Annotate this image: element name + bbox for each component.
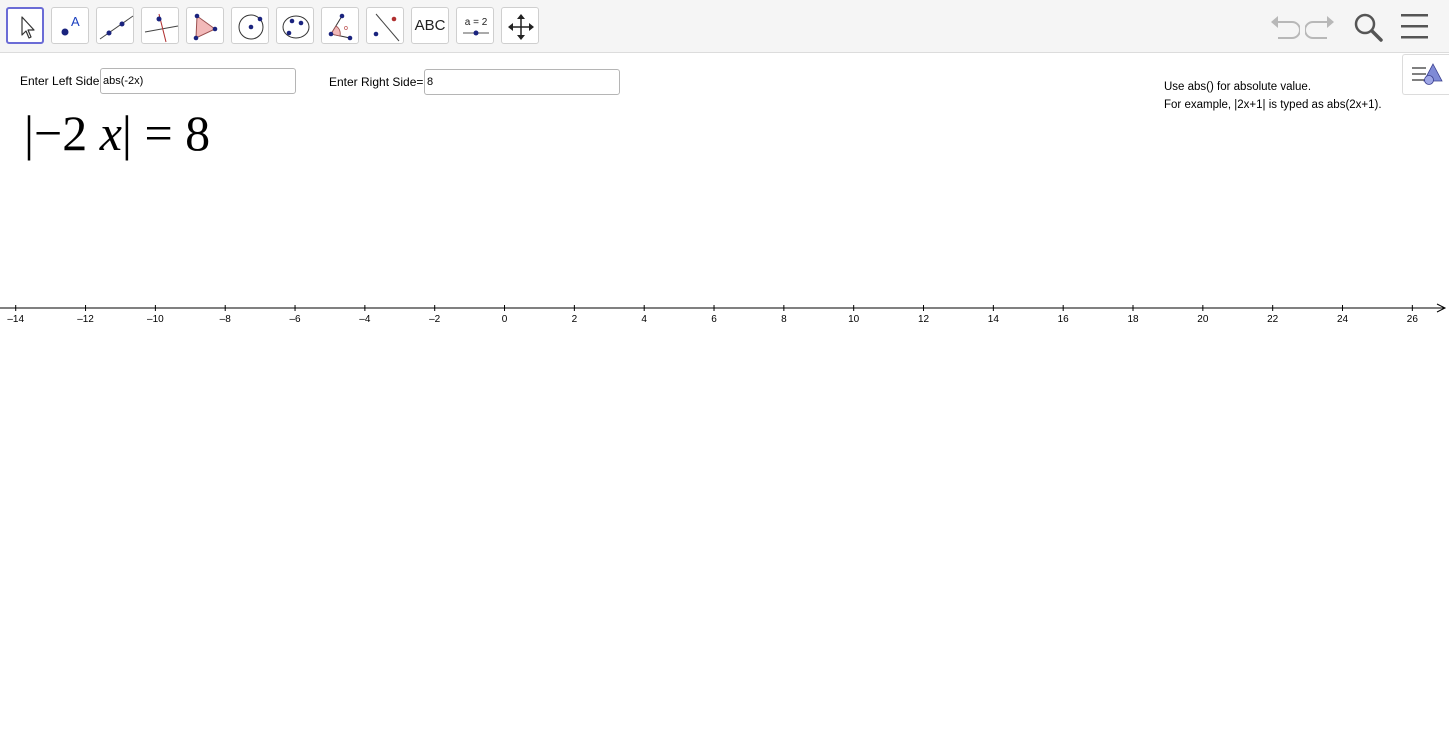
conic-tool-button[interactable] bbox=[276, 7, 314, 44]
axis-tick-label: –4 bbox=[359, 314, 371, 325]
left-side-label: Enter Left Side bbox=[20, 74, 100, 88]
text-tool-button[interactable]: ABC bbox=[411, 7, 449, 44]
point-icon: A bbox=[61, 14, 80, 36]
reflect-tool-button[interactable] bbox=[366, 7, 404, 44]
axis-tick-label: 16 bbox=[1058, 314, 1070, 325]
right-hand-side: 8 bbox=[185, 105, 211, 161]
line-tool-button[interactable] bbox=[96, 7, 134, 44]
minus-sign: − bbox=[34, 105, 63, 161]
angle-tool-button[interactable]: o bbox=[321, 7, 359, 44]
slider-tool-button[interactable]: a = 2 bbox=[456, 7, 494, 44]
text-icon: ABC bbox=[414, 17, 446, 34]
right-side-input[interactable] bbox=[424, 69, 620, 95]
axis-tick-label: –2 bbox=[429, 314, 441, 325]
axis-tick-label: 12 bbox=[918, 314, 930, 325]
undo-icon[interactable] bbox=[1268, 12, 1300, 40]
angle-icon: o bbox=[328, 13, 353, 41]
perpendicular-tool-button[interactable] bbox=[141, 7, 179, 44]
axis-tick-label: 8 bbox=[781, 314, 787, 325]
number-line[interactable]: –14 –12 –10 –8 –6 –4 –2 0 2 4 6 8 10 12 14 16 18 20 22 24 26 bbox=[0, 296, 1449, 336]
cursor-arrow-icon bbox=[21, 16, 35, 39]
search-icon[interactable] bbox=[1352, 11, 1384, 43]
equals-sign: = bbox=[144, 105, 173, 161]
axis-tick-label: 24 bbox=[1337, 314, 1349, 325]
axis-tick-label: 26 bbox=[1407, 314, 1419, 325]
svg-text:A: A bbox=[71, 14, 80, 29]
right-side-label: Enter Right Side= bbox=[329, 75, 424, 89]
point-tool-button[interactable]: A bbox=[51, 7, 89, 44]
abs-close-bar: | bbox=[121, 105, 132, 161]
perpendicular-line-icon bbox=[144, 13, 179, 43]
axis-tick-label: –10 bbox=[147, 314, 164, 325]
equation-display: |−2 x| = 8 bbox=[24, 104, 210, 162]
style-bar-toggle-button[interactable] bbox=[1402, 54, 1449, 95]
graphics-style-icon bbox=[1412, 63, 1443, 85]
abs-open-bar: | bbox=[24, 105, 35, 161]
hint-line-1: Use abs() for absolute value. bbox=[1164, 81, 1312, 93]
move-graphics-icon bbox=[508, 14, 534, 40]
polygon-tool-button[interactable] bbox=[186, 7, 224, 44]
ellipse-icon bbox=[282, 15, 310, 39]
axis-tick-label: –8 bbox=[220, 314, 232, 325]
slider-icon: a = 2 bbox=[463, 17, 489, 36]
toolbar: A o ABC a = 2 bbox=[0, 0, 1449, 53]
circle-tool-button[interactable] bbox=[231, 7, 269, 44]
axis-tick-label: 22 bbox=[1267, 314, 1279, 325]
axis-tick-label: –14 bbox=[7, 314, 24, 325]
axis-tick-label: 4 bbox=[641, 314, 647, 325]
axis-tick-label: 6 bbox=[711, 314, 717, 325]
coefficient: 2 bbox=[62, 105, 88, 161]
left-side-input[interactable] bbox=[100, 68, 296, 94]
reflect-about-line-icon bbox=[373, 13, 400, 42]
move-graphics-tool-button[interactable] bbox=[501, 7, 539, 44]
menu-icon[interactable] bbox=[1400, 13, 1430, 39]
axis-tick-label: 18 bbox=[1127, 314, 1139, 325]
line-through-points-icon bbox=[99, 15, 134, 40]
axis-tick-label: 0 bbox=[502, 314, 508, 325]
axis-tick-label: 10 bbox=[848, 314, 860, 325]
redo-icon[interactable] bbox=[1305, 12, 1337, 40]
svg-text:o: o bbox=[344, 25, 348, 32]
polygon-icon bbox=[193, 13, 218, 41]
move-tool-button[interactable] bbox=[6, 7, 44, 44]
axis-tick-label: –6 bbox=[289, 314, 301, 325]
axis-tick-label: 2 bbox=[572, 314, 578, 325]
hint-line-2: For example, |2x+1| is typed as abs(2x+1… bbox=[1164, 99, 1382, 111]
circle-center-point-icon bbox=[238, 14, 264, 40]
axis-tick-label: –12 bbox=[77, 314, 94, 325]
axis-tick-label: 20 bbox=[1197, 314, 1209, 325]
svg-text:a = 2: a = 2 bbox=[465, 17, 488, 28]
hint-text: Use abs() for absolute value. For exampl… bbox=[1164, 78, 1382, 114]
axis-tick-label: 14 bbox=[988, 314, 1000, 325]
variable: x bbox=[99, 105, 122, 161]
